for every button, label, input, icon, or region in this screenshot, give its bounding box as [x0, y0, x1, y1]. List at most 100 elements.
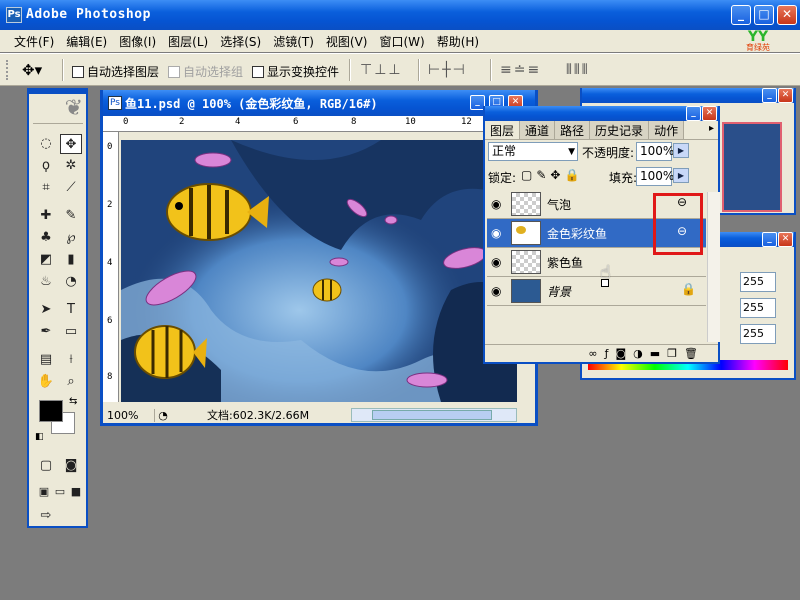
slice-tool-icon[interactable]: ⟋ [60, 178, 82, 198]
eraser-tool-icon[interactable]: ◩ [35, 250, 57, 270]
panel-menu-icon[interactable]: ▸ [709, 123, 714, 134]
image-canvas[interactable] [121, 140, 517, 402]
color-g-value[interactable]: 255 [740, 298, 776, 318]
jump-to-imageready-icon[interactable]: ⇨ [35, 506, 57, 526]
dodge-tool-icon[interactable]: ◔ [60, 272, 82, 292]
move-tool-icon[interactable]: ✥ [60, 134, 82, 154]
shape-tool-icon[interactable]: ▭ [60, 322, 82, 342]
magic-wand-icon[interactable]: ✲ [60, 156, 82, 176]
blur-tool-icon[interactable]: ♨ [35, 272, 57, 292]
eye-icon[interactable]: ◉ [491, 226, 501, 240]
new-layer-icon[interactable]: ❐ [667, 347, 677, 360]
marquee-tool-icon[interactable]: ◌ [35, 134, 57, 154]
menu-select[interactable]: 选择(S) [214, 33, 267, 50]
fill-label: 填充: [609, 171, 638, 185]
pen-tool-icon[interactable]: ✒ [35, 322, 57, 342]
menu-file[interactable]: 文件(F) [8, 33, 60, 50]
history-brush-icon[interactable]: ℘ [60, 228, 82, 248]
maximize-button[interactable]: □ [754, 5, 774, 25]
screen-mode-full-icon[interactable]: ■ [65, 482, 87, 502]
menu-filter[interactable]: 滤镜(T) [267, 33, 320, 50]
logo: YY 育绿苑 [728, 30, 788, 52]
brush-tool-icon[interactable]: ✎ [60, 206, 82, 226]
hand-tool-icon[interactable]: ✋ [35, 372, 57, 392]
color-r-value[interactable]: 255 [740, 272, 776, 292]
menu-edit[interactable]: 编辑(E) [60, 33, 113, 50]
opacity-input[interactable]: 100% [636, 142, 674, 161]
layer-name: 金色彩纹鱼 [547, 227, 608, 241]
clone-stamp-icon[interactable]: ♣ [35, 228, 57, 248]
navigator-close-button[interactable]: ✕ [778, 88, 793, 103]
layer-row-background[interactable]: ◉ 背景 🔒 [487, 277, 706, 306]
tab-layers[interactable]: 图层 [485, 121, 521, 139]
auto-select-layer-checkbox[interactable]: 自动选择图层 [72, 63, 159, 80]
standard-mode-icon[interactable]: ▢ [35, 456, 57, 476]
opacity-slider-button[interactable]: ▶ [673, 143, 689, 158]
tab-actions[interactable]: 动作 [649, 121, 685, 139]
auto-select-group-checkbox: 自动选择组 [168, 63, 243, 80]
distribute-horizontal-buttons[interactable]: ⫴⫴⫴ [566, 62, 590, 78]
crop-tool-icon[interactable]: ⌗ [35, 178, 57, 198]
minimize-button[interactable]: _ [731, 5, 751, 25]
color-minimize-button[interactable]: _ [762, 232, 777, 247]
zoom-tool-icon[interactable]: ⌕ [60, 372, 82, 392]
zoom-level[interactable]: 100% [103, 408, 155, 422]
navigator-titlebar[interactable]: _ ✕ [582, 88, 794, 103]
notes-tool-icon[interactable]: ▤ [35, 350, 57, 370]
distribute-vertical-buttons[interactable]: ≡≐≡ [500, 62, 541, 78]
logo-subtitle: 育绿苑 [746, 43, 770, 52]
navigator-minimize-button[interactable]: _ [762, 88, 777, 103]
path-select-icon[interactable]: ➤ [35, 300, 57, 320]
layer-style-icon[interactable]: ƒ [605, 347, 609, 360]
align-left-buttons[interactable]: ⊢┼⊣ [428, 62, 467, 78]
vertical-ruler[interactable]: 0 2 4 6 8 [103, 132, 119, 402]
eye-icon[interactable]: ◉ [491, 284, 501, 298]
lock-options-icon[interactable]: ▢✎✥🔒 [521, 168, 583, 182]
adjustment-layer-icon[interactable]: ◑ [633, 347, 643, 360]
layers-minimize-button[interactable]: _ [686, 106, 701, 121]
fill-slider-button[interactable]: ▶ [673, 168, 689, 183]
document-titlebar[interactable]: Ps 鱼11.psd @ 100% (金色彩纹鱼, RGB/16#) _ □ ✕ [103, 90, 535, 116]
new-group-icon[interactable]: ▬ [650, 347, 660, 360]
horizontal-ruler[interactable]: 0 2 4 6 8 10 12 [103, 116, 535, 132]
menu-view[interactable]: 视图(V) [320, 33, 374, 50]
blend-mode-select[interactable]: 正常 ▼ [488, 142, 578, 161]
add-mask-icon[interactable]: ◙ [615, 347, 626, 360]
align-top-buttons[interactable]: ⊤⊥⊥ [360, 62, 403, 78]
tab-paths[interactable]: 路径 [555, 121, 591, 139]
menu-window[interactable]: 窗口(W) [373, 33, 430, 50]
tab-channels[interactable]: 通道 [520, 121, 556, 139]
grip-handle[interactable] [6, 60, 14, 80]
gradient-tool-icon[interactable]: ▮ [60, 250, 82, 270]
layers-close-button[interactable]: ✕ [702, 106, 717, 121]
trash-icon[interactable]: 🗑 [684, 347, 698, 360]
eye-icon[interactable]: ◉ [491, 197, 501, 211]
menu-help[interactable]: 帮助(H) [431, 33, 485, 50]
eye-icon[interactable]: ◉ [491, 255, 501, 269]
lasso-tool-icon[interactable]: ϙ [35, 156, 57, 176]
menu-layer[interactable]: 图层(L) [162, 33, 214, 50]
quick-mask-icon[interactable]: ◙ [60, 456, 82, 476]
link-layers-icon[interactable]: ∞ [588, 347, 597, 360]
layers-titlebar[interactable]: _ ✕ [485, 106, 718, 121]
color-close-button[interactable]: ✕ [778, 232, 793, 247]
menu-image[interactable]: 图像(I) [113, 33, 162, 50]
type-tool-icon[interactable]: T [60, 300, 82, 320]
healing-brush-icon[interactable]: ✚ [35, 206, 57, 226]
horizontal-scrollbar[interactable] [351, 408, 517, 422]
status-menu-icon[interactable]: ◔ [155, 409, 171, 422]
fill-input[interactable]: 100% [636, 167, 674, 186]
scroll-thumb[interactable] [372, 410, 492, 420]
layers-scrollbar[interactable] [707, 192, 720, 342]
tab-history[interactable]: 历史记录 [590, 121, 650, 139]
color-b-value[interactable]: 255 [740, 324, 776, 344]
default-colors-icon[interactable]: ◧ [35, 432, 44, 442]
close-button[interactable]: ✕ [777, 5, 797, 25]
swap-colors-icon[interactable]: ⇆ [69, 396, 77, 407]
document-status-bar: 100% ◔ 文档:602.3K/2.66M [103, 406, 535, 424]
show-transform-checkbox[interactable]: 显示变换控件 [252, 63, 339, 80]
foreground-color-swatch[interactable] [39, 400, 63, 422]
move-tool-icon[interactable]: ✥▾ [22, 60, 42, 80]
eyedropper-icon[interactable]: ⟊ [60, 350, 82, 370]
navigator-thumbnail[interactable] [722, 122, 782, 212]
